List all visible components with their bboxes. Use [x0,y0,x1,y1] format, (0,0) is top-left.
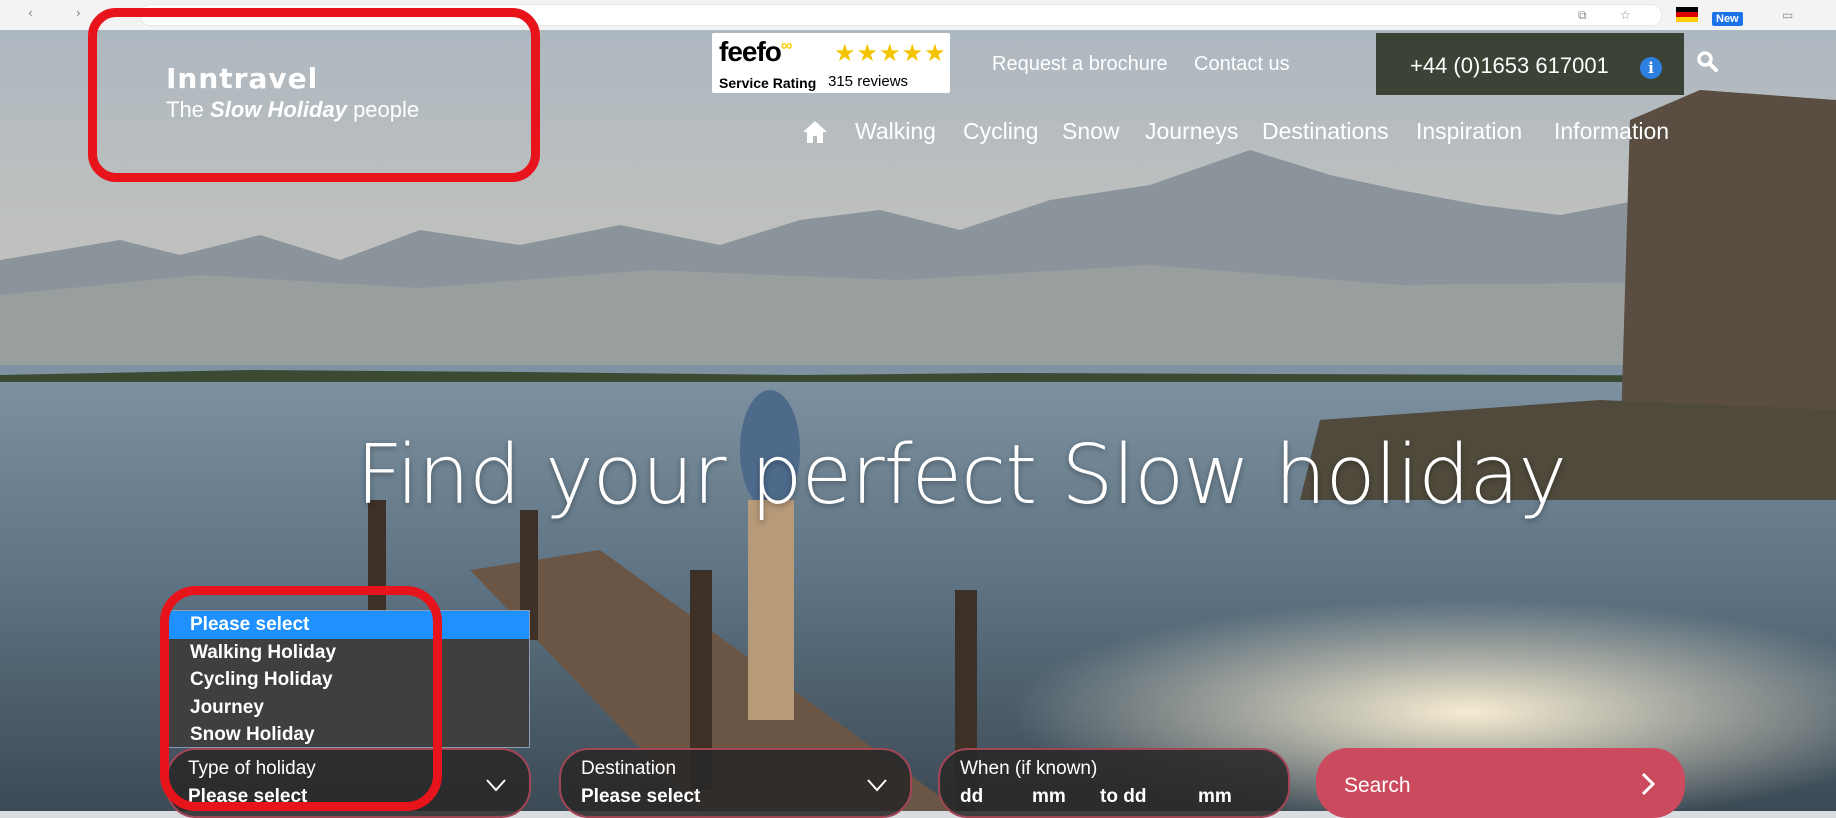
nav-inspiration[interactable]: Inspiration [1416,118,1522,145]
to-day[interactable]: to dd [1100,786,1146,808]
nav-walking[interactable]: Walking [855,118,936,145]
chevron-down-icon [485,778,507,797]
phone-number: +44 (0)1653 617001 [1410,53,1609,78]
nav-destinations[interactable]: Destinations [1262,118,1389,145]
highlight-logo [88,8,540,182]
from-day[interactable]: dd [960,786,983,808]
phone-box[interactable]: +44 (0)1653 617001 i [1376,33,1684,95]
hero-headline: Find your perfect Slow holiday [356,428,1567,523]
to-month[interactable]: mm [1198,786,1232,808]
destination-select[interactable]: Destination Please select [559,748,912,818]
request-brochure-link[interactable]: Request a brochure [992,53,1168,76]
review-count: 315 reviews [828,73,909,90]
chevron-right-icon [1640,772,1656,801]
new-badge: New [1712,12,1743,26]
field-value: Please select [581,786,701,807]
service-rating-label: Service Rating [719,75,817,91]
nav-journeys[interactable]: Journeys [1145,118,1238,145]
feefo-widget[interactable]: feefo∞ ★★★★★ Service Rating 315 reviews [712,33,950,93]
contact-us-link[interactable]: Contact us [1194,53,1290,76]
flag-extension-icon[interactable] [1676,7,1698,22]
search-icon[interactable] [1696,50,1718,77]
info-icon[interactable]: i [1640,57,1662,79]
search-button-label: Search [1344,774,1411,797]
chevron-down-icon [866,778,888,797]
date-field[interactable]: When (if known) dd mm to dd mm [938,748,1290,818]
search-button[interactable]: Search [1316,748,1685,818]
field-label: When (if known) [960,758,1098,779]
extension-icon[interactable]: ▭ [1782,8,1793,22]
nav-snow[interactable]: Snow [1062,118,1120,145]
home-icon[interactable] [802,120,828,149]
nav-cycling[interactable]: Cycling [963,118,1038,145]
rating-stars: ★★★★★ [834,40,947,67]
from-month[interactable]: mm [1032,786,1066,808]
forward-arrow-icon[interactable]: › [76,6,81,20]
feefo-logo: feefo∞ [719,36,792,67]
field-label: Destination [581,758,677,779]
highlight-dropdown [160,586,442,811]
nav-information[interactable]: Information [1554,118,1669,145]
back-arrow-icon[interactable]: ‹ [28,6,33,20]
translate-icon[interactable]: ⧉ [1578,8,1587,23]
bookmark-star-icon[interactable]: ☆ [1620,8,1631,22]
